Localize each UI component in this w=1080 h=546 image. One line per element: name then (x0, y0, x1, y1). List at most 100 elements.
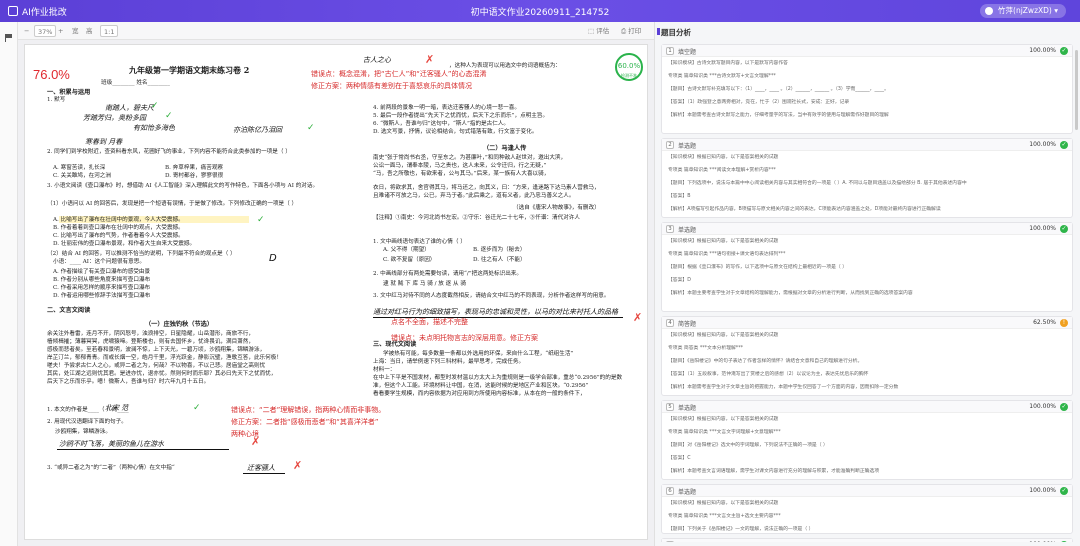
evaluate-button[interactable]: ⬚ 评估 (588, 25, 609, 37)
question-type: 单选题 (678, 227, 697, 234)
question-type: 单选题 (678, 489, 697, 496)
section-heading: 二、文言文阅读 (47, 307, 91, 314)
card-header: 6 单选题 100.00% ✓ (662, 485, 1072, 497)
analysis-line: 专项类 篇章知识类 ***文言文字词理解+文意理解*** (668, 430, 781, 435)
handwritten-answer: 迁客骚人 (247, 464, 275, 472)
check-mark-icon: ✓ (257, 215, 265, 225)
score-value: 60.0% (617, 62, 641, 70)
question-number: 1 (666, 47, 674, 55)
analysis-line: 【解析】本题需考查学生对于文章主旨的把握能力，本题中学生仅回答了一个方面的内容，… (668, 385, 899, 390)
left-rail (0, 22, 18, 546)
user-avatar-icon (985, 7, 994, 15)
document-title: 初中语文作业20260911_214752 (470, 8, 610, 18)
question-type: 填空题 (678, 541, 696, 542)
option-text: B. 作者着着到壶口瀑布在壮阔中的观点，大受震撼。 (53, 225, 184, 231)
page-score: 76.0% (33, 67, 70, 82)
option-text: D. 往之有人（不能） (473, 257, 526, 263)
correct-check-icon: ✓ (1060, 487, 1068, 495)
partial-score-icon: ! (1060, 319, 1068, 327)
handwritten-answer: 南踏人，碧夫尺 (105, 104, 154, 112)
analysis-line: 专项类 篇章知识类 ***语句衔接+课文语句表达排列*** (668, 252, 786, 257)
chevron-down-icon: ▾ (1054, 6, 1058, 15)
panel-title-icon (657, 28, 660, 35)
annotation-note: 【注释】①南史：今河北尚书左宏。②守乐：谷迁光二十七年，③仟谱：清代对许人 (373, 215, 580, 221)
question-score: 100.00% (1029, 541, 1056, 542)
question-number: 3 (666, 225, 674, 233)
print-button[interactable]: ⎙ 打印 (621, 25, 641, 37)
check-mark-icon: ✓ (165, 111, 173, 121)
fit-height-button[interactable]: 高 (86, 25, 93, 37)
card-header: 5 单选题 100.00% ✓ (662, 401, 1072, 413)
question-card[interactable]: 7填空题100.00%✓【知识模块】根据已知内容，以下是答案相关的试题 (661, 538, 1073, 542)
actual-size-button[interactable]: 1:1 (100, 25, 119, 37)
option-text: 6. “微斯人，吾谁与归”这句中，“斯人”指的是古仁人。 (373, 121, 510, 127)
analysis-line: 【解析】本题主要考查学生对于文章结构的理解能力，需根据对文章的分析进行判断，从而… (668, 291, 913, 296)
analysis-line: 【答案】B (668, 194, 691, 199)
question-card[interactable]: 4 简答题 62.50%! 【知识模块】根据已知内容，以下是答案相关的试题 专项类 简答… (661, 316, 1073, 396)
analysis-line: 【知识模块】根据已知内容，以下是答案相关的试题 (668, 333, 779, 338)
analysis-line: 专项类 篇章知识类 ***文言文主旨+选文主要内容*** (668, 514, 781, 519)
analysis-line: 专项类 篇章知识类 ***阅读文本理解+赏析内容*** (668, 168, 776, 173)
correct-check-icon: ✓ (1060, 541, 1068, 542)
handwritten-answer: 沙鸥不时飞落，美丽的鱼儿在游水 (59, 440, 164, 448)
correct-check-icon: ✓ (1060, 47, 1068, 55)
correct-check-icon: ✓ (1060, 225, 1068, 233)
answer-underline (243, 473, 285, 474)
passage-line: 岸芷汀兰，郁郁青青。而或长烟一空，皓月千里，浮光跃金，静影沉璧，渔歌互答，此乐何… (47, 355, 282, 361)
option-text: 4. 前两段的景象一明一暗，表达迁客骚人的心境一悲一喜。 (373, 105, 520, 111)
card-header: 3 单选题 100.00% ✓ (662, 223, 1072, 235)
handwritten-answer: 亦泊陈亿乃泪回 (233, 126, 282, 134)
fix-comment: 修正方案：二者指“感极而悲者”和“其喜洋洋者” (231, 418, 379, 426)
analysis-line: 【答案】（1）五段叙事，范仲淹写出了赏楼之后的感想（2）以议论为主，表达先忧后乐… (668, 372, 869, 377)
analysis-line: 【解析】A项描写引起作品内容，B项描写与原文相关内容之间的表达，C项能表达内容涵… (668, 207, 941, 212)
analysis-line: 【题目】对《岳阳楼记》选文中的字词理解，下列说法不正确的一项是（ ） (668, 443, 828, 448)
zoom-in-icon[interactable]: + (58, 25, 63, 37)
viewer-toolbar: − 37% + 宽 高 1:1 ⬚ 评估 ⎙ 打印 (18, 22, 654, 40)
analysis-line: 专项类 篇章知识类 ***古诗文默写+文言文理解*** (668, 74, 776, 79)
scrollbar[interactable] (1075, 50, 1078, 130)
fit-width-button[interactable]: 宽 (72, 25, 79, 37)
analysis-line: 【知识模块】根据已知内容，以下是答案相关的试题 (668, 501, 779, 506)
card-header: 4 简答题 62.50%! (662, 317, 1072, 329)
passage-line: 后天下之乐而乐乎。噫！微斯人，吾谁与归？时六年九月十五日。 (47, 379, 210, 385)
correct-check-icon: ✓ (1060, 403, 1068, 411)
passage-line: 材料一： (373, 367, 396, 373)
handwritten-answer: 古人之心 (363, 56, 391, 64)
title-bar: AI作业批改 初中语文作业20260911_214752 竹萍(njZwzXD)… (0, 0, 1080, 22)
question-score: 100.00% (1029, 487, 1056, 494)
analysis-line: 【题目】《岳阳楼记》中的句子表达了作者怎样的情怀？请结合文意和自己的理解进行分析… (668, 359, 863, 364)
analysis-line: 【知识模块】根据已知内容，以下是答案相关的试题 (668, 239, 779, 244)
zoom-level[interactable]: 37% (34, 25, 57, 37)
analysis-line: 【题目】下列选项中，说法与本篇中中心阅读相关内容与其实相符合的一项是（ ）A. … (668, 181, 967, 186)
section-heading: 一、积累与运用 (47, 89, 91, 96)
question-card[interactable]: 3 单选题 100.00% ✓ 【知识模块】根据已知内容，以下是答案相关的试题 专项类 篇… (661, 222, 1073, 312)
user-menu[interactable]: 竹萍(njZwzXD) ▾ (980, 4, 1066, 18)
question-card[interactable]: 6 单选题 100.00% ✓ 【知识模块】根据已知内容，以下是答案相关的试题 专项类 篇… (661, 484, 1073, 542)
zoom-out-icon[interactable]: − (24, 25, 29, 37)
passage-line: 衣日，将欲求其，舍官得其马，将马还之，向其义，曰：“方来，逢迷路下达马素人营救马… (373, 185, 600, 191)
analysis-panel: 题目分析 1 填空题 100.00% ✓ 【知识模块】古诗文默写题目内容，以下是默写内容… (654, 22, 1080, 546)
passage-title: （二）马逢人传 (483, 145, 527, 152)
option-text: A. 比喻写出了瀑布在壮阔中的景观，今人大受震撼。 (53, 217, 184, 223)
error-comment: 点名不全面，描述不完整 (391, 318, 468, 326)
question-text: 2. 用现代汉语翻译下面的句子。 (47, 419, 127, 425)
flag-icon[interactable] (5, 34, 13, 42)
analysis-line: 【题目】古诗文默写补充填写以下：（1）____，____ 。（2）______，… (668, 87, 889, 92)
question-number: 7 (666, 541, 674, 542)
panel-title: 题目分析 (661, 28, 691, 37)
question-text: 2. 同学们到学校附近，查资料看东风，花圃好飞的事业，下列内容不能符合此类参加的… (47, 149, 291, 155)
option-text: B. 作者分别从哪些角度来描写壶口瀑布 (53, 277, 151, 283)
handwritten-answer: 寒春到 月春 (85, 138, 123, 146)
question-card[interactable]: 1 填空题 100.00% ✓ 【知识模块】古诗文默写题目内容，以下是默写内容作答 专项类… (661, 44, 1073, 134)
question-text: 沙鸥翔集，锦鳞游泳。 (55, 429, 111, 435)
question-text: 3. 小语文阅读《壶口瀑布》时，想借助 AI《人工智能》深入理解此文的写作特色，… (47, 183, 319, 189)
question-card[interactable]: 2 单选题 100.00% ✓ 【知识模块】根据已知内容，以下是答案相关的试题 专项类 篇… (661, 138, 1073, 218)
class-line: 班级________ 姓名________ (101, 80, 170, 86)
question-text: （2）结合 AI 的回答，可以推测不恰当的说明，下列最不符合的观点是（ ） (47, 251, 236, 257)
passage-line: 感极而悲者矣。至若春和景明，波澜不惊，上下天光，一碧万顷，沙鸥翔集，锦鳞游泳， (47, 347, 266, 353)
paper-left-column: 76.0% 九年级第一学期语文期末练习卷 2 班级________ 姓名____… (25, 45, 343, 539)
analysis-line: 【题目】根据《壶口瀑布》的写作，以下选项中与原文在结构上最相近的一项是（ ） (668, 265, 848, 270)
question-card-list[interactable]: 1 填空题 100.00% ✓ 【知识模块】古诗文默写题目内容，以下是默写内容作答 专项类… (661, 44, 1073, 542)
question-card[interactable]: 5 单选题 100.00% ✓ 【知识模块】根据已知内容，以下是答案相关的试题 专项类 篇… (661, 400, 1073, 480)
option-text: A. 父不得（期望） (383, 247, 430, 253)
